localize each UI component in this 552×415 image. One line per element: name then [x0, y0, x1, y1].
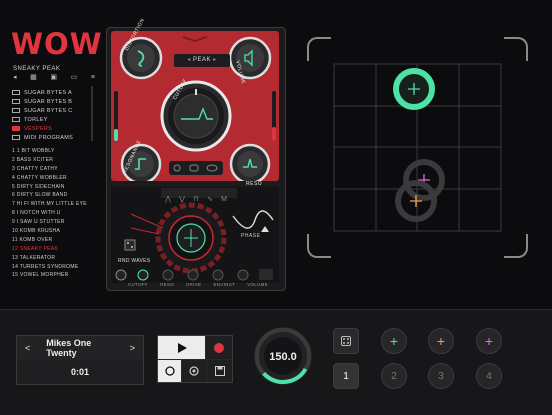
- preset-item[interactable]: 8 I NOTCH WITH U: [12, 209, 94, 218]
- folder-icon: [12, 135, 20, 140]
- reso-knob[interactable]: [229, 143, 271, 181]
- folder-icon: [12, 126, 20, 131]
- folder-icon: [12, 108, 20, 113]
- mod-knob[interactable]: [162, 269, 174, 281]
- phase-label: PHASE: [241, 233, 261, 239]
- bpm-value: 150.0: [269, 351, 297, 363]
- snapshot-slot-1[interactable]: 1: [333, 363, 359, 389]
- preset-item[interactable]: 15 VOWEL MORPHER: [12, 271, 94, 280]
- preset-item[interactable]: 9 I SAW U STUTTER: [12, 218, 94, 227]
- save-icon[interactable]: ▣: [50, 73, 57, 82]
- preset-item[interactable]: 7 HI FI WITH MY LITTLE EYE: [12, 200, 94, 209]
- mod-target-labels: CUTOFF RESO DRIVE ENVINST VOLUME: [128, 282, 268, 287]
- random-snapshot-button[interactable]: [333, 328, 359, 354]
- snapshot-cursor-pink[interactable]: +: [476, 328, 502, 354]
- snapshot-slot-3[interactable]: 3: [428, 363, 454, 389]
- snapshot-cursor-orange[interactable]: +: [428, 328, 454, 354]
- plus-icon: +: [484, 333, 494, 349]
- filter-type-display[interactable]: ◂ PEAK ▸: [174, 54, 230, 67]
- metronome-button[interactable]: [182, 360, 206, 382]
- browser-toolbar: ◂ ▦ ▣ ▭ ≡: [13, 73, 95, 82]
- preset-item[interactable]: 3 CHATTY CATHY: [12, 165, 94, 174]
- preset-item[interactable]: 1 1 BIT WOBBLY: [12, 147, 94, 156]
- folder-icon: [12, 117, 20, 122]
- snapshot-cursor-green[interactable]: +: [381, 328, 407, 354]
- xy-cursor-orange[interactable]: [395, 180, 437, 222]
- preset-list: 1 1 BIT WOBBLY 2 BASS XCITER 3 CHATTY CA…: [12, 147, 94, 280]
- plus-icon: +: [436, 333, 446, 349]
- loop-icon: [164, 366, 175, 376]
- mod-knob[interactable]: [115, 269, 127, 281]
- filter-mode-selector[interactable]: [169, 161, 223, 175]
- grid-icon[interactable]: ▦: [30, 73, 37, 82]
- folder-item[interactable]: SUGAR BYTES B: [12, 97, 94, 106]
- preset-item[interactable]: 10 KOMB KRUSHA: [12, 227, 94, 236]
- folder-item[interactable]: MIDI PROGRAMS: [12, 133, 94, 142]
- rnd-waves-label: RND WAVES: [118, 258, 151, 264]
- folder-icon: [12, 99, 20, 104]
- folder-item[interactable]: TORLEY: [12, 115, 94, 124]
- folder-item-selected[interactable]: VESPERS: [12, 124, 94, 133]
- preset-item[interactable]: 13 TALKERATOR: [12, 254, 94, 263]
- folder-item[interactable]: SUGAR BYTES C: [12, 106, 94, 115]
- folder-scrollbar[interactable]: [91, 86, 93, 141]
- preset-item[interactable]: 6 DIRTY SLOW BAND: [12, 191, 94, 200]
- waveform-selector[interactable]: ⋀ ⋁ ⊓ ∿ M: [161, 188, 237, 203]
- xy-cursor-green[interactable]: [393, 68, 435, 110]
- mod-knob[interactable]: [212, 269, 224, 281]
- next-arrow-icon[interactable]: ▸: [211, 57, 217, 63]
- volume-knob[interactable]: [228, 36, 272, 80]
- preset-item-selected[interactable]: 12 SNEAKY PEAK: [12, 245, 94, 254]
- record-icon: [214, 342, 224, 353]
- preset-item[interactable]: 11 KOMB OVER: [12, 236, 94, 245]
- prev-song-button[interactable]: <: [17, 343, 38, 353]
- current-preset-name: SNEAKY PEAK: [13, 66, 61, 72]
- record-button[interactable]: [206, 336, 232, 359]
- play-icon: [177, 342, 187, 353]
- dice-icon[interactable]: [124, 239, 136, 251]
- mod-target-knobs: [115, 269, 273, 281]
- folder-item[interactable]: SUGAR BYTES A: [12, 88, 94, 97]
- folder-icon[interactable]: ▭: [71, 73, 78, 82]
- snapshot-slot-2[interactable]: 2: [381, 363, 407, 389]
- page-arrows[interactable]: [259, 269, 273, 280]
- preset-item[interactable]: 14 TURRETS SYNDROME: [12, 263, 94, 272]
- mod-knob[interactable]: [137, 269, 149, 281]
- song-time: 0:01: [70, 367, 89, 377]
- song-title: Mikes One Twenty: [46, 338, 92, 358]
- target-icon: [189, 366, 199, 376]
- save-button[interactable]: [207, 360, 232, 382]
- list-icon[interactable]: ≡: [91, 73, 95, 82]
- next-song-button[interactable]: >: [122, 343, 143, 353]
- xy-cursor-pink[interactable]: [403, 159, 445, 201]
- mod-knob[interactable]: [187, 269, 199, 281]
- speaker-icon[interactable]: ◂: [13, 73, 17, 82]
- song-display: < Mikes One Twenty > 0:01: [16, 335, 144, 385]
- preset-item[interactable]: 4 CHATTY WOBBLER: [12, 174, 94, 183]
- play-button[interactable]: [158, 336, 205, 359]
- mod-knob[interactable]: [237, 269, 249, 281]
- phase-curve[interactable]: [232, 210, 274, 229]
- plus-icon: +: [389, 333, 399, 349]
- cutoff-knob[interactable]: [160, 80, 232, 152]
- xy-pad[interactable]: [307, 37, 528, 258]
- preset-item[interactable]: 5 DIRTY SIDECHAIN: [12, 183, 94, 192]
- preset-item[interactable]: 2 BASS XCITER: [12, 156, 94, 165]
- transport-controls: [157, 335, 233, 383]
- snapshot-slot-4[interactable]: 4: [476, 363, 502, 389]
- save-icon: [214, 366, 225, 376]
- folder-list: SUGAR BYTES A SUGAR BYTES B SUGAR BYTES …: [12, 88, 94, 142]
- folder-icon: [12, 90, 20, 95]
- dice-icon: [341, 336, 351, 346]
- loop-button[interactable]: [158, 360, 181, 382]
- app-logo: WOW: [11, 27, 103, 61]
